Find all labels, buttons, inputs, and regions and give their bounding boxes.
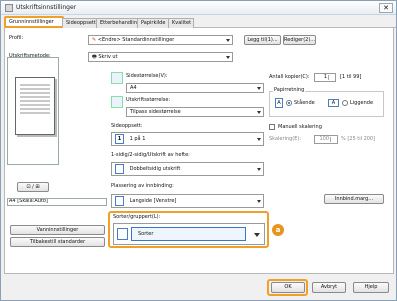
output-size-icon (111, 96, 123, 108)
callout-badge-a: a (272, 224, 284, 236)
binding-select[interactable]: Langside [Venstre] (111, 194, 264, 208)
help-button[interactable]: Hjelp (353, 282, 389, 293)
collate-value: Sorter (131, 227, 246, 241)
output-size-select[interactable]: Tilpass sidestørrelse (126, 107, 264, 117)
cancel-button[interactable]: Avbryt (312, 282, 346, 293)
add-profile-button[interactable]: Legg til(1)... (244, 35, 281, 45)
output-size-label: Utskriftsstørrelse: (126, 97, 171, 103)
watermark-settings-button[interactable]: Vanninnstillinger (10, 225, 105, 235)
window-title: Utskriftsinnstillinger (16, 4, 77, 11)
manual-scaling-label: Manuell skalering (278, 124, 322, 130)
tab-quality[interactable]: Kvalitet (168, 18, 194, 28)
scaling-field-label: Skalering(E): (269, 136, 302, 142)
preview-caption-box (7, 198, 107, 206)
pencil-icon: ✎ (92, 37, 97, 43)
portrait-icon: A (275, 98, 283, 108)
chevron-down-icon (254, 233, 260, 237)
scaling-stepper[interactable]: 100 (314, 135, 338, 144)
restore-defaults-button[interactable]: Tilbakestill standarder (10, 237, 105, 247)
copies-range: [1 til 99] (340, 74, 362, 80)
preview-view-toggle-button[interactable]: ⊡ / ⊞ (17, 182, 49, 192)
output-method-select[interactable]: 🖶 Skriv ut (88, 52, 233, 62)
profile-label: Profil: (9, 35, 24, 41)
chevron-down-icon (257, 111, 261, 114)
chevron-down-icon (226, 56, 230, 59)
duplex-select[interactable]: Dobbeltsidig utskrift (111, 162, 264, 176)
chevron-down-icon (226, 39, 230, 42)
collate-icon (117, 228, 128, 240)
layout-value: 1 på 1 (129, 136, 146, 142)
copies-stepper[interactable]: 1 (314, 73, 336, 82)
tab-finishing[interactable]: Etterbehandling (96, 18, 140, 28)
copies-label: Antall kopier(C): (269, 74, 310, 80)
duplex-label: 1-sidig/2-sidig/Utskrift av hefte: (111, 152, 190, 158)
chevron-down-icon (257, 168, 261, 171)
printer-app-icon (5, 4, 13, 12)
page-size-label: Sidestørrelse(V): (126, 73, 168, 79)
binding-label: Plassering av innbinding: (111, 183, 174, 189)
layout-select[interactable]: 1 1 på 1 (111, 132, 264, 146)
preview-page-image (15, 77, 55, 135)
close-button[interactable]: ✕ (379, 3, 393, 13)
print-settings-window: Utskriftsinnstillinger ✕ Grunninnstillin… (0, 0, 397, 301)
edit-profile-button[interactable]: Rediger(2)... (283, 35, 316, 45)
printer-icon: 🖶 (92, 54, 97, 60)
binding-margin-button[interactable]: Innbind.marg... (324, 194, 384, 204)
page-size-value: A4 (130, 85, 137, 91)
collate-label: Sorter/gruppert(L): (113, 214, 161, 220)
scaling-range: % [25 til 200] (341, 136, 376, 142)
collate-select[interactable]: Sorter (113, 223, 265, 245)
page-layout-icon: 1 (115, 134, 124, 144)
page-size-select[interactable]: A4 (126, 83, 264, 93)
landscape-radio[interactable] (342, 100, 348, 106)
chevron-down-icon (257, 87, 261, 90)
duplex-icon (115, 163, 124, 174)
tab-basic-settings[interactable]: Grunninnstillinger (4, 16, 64, 28)
binding-value: Langside [Venstre] (129, 198, 177, 204)
landscape-label: Liggende (350, 100, 374, 106)
layout-label: Sideoppsett: (111, 123, 143, 129)
landscape-icon: A (328, 99, 339, 107)
output-method-value: Skriv ut (98, 54, 118, 60)
profile-select[interactable]: ✎ <Endre> Standardinnstillinger (88, 35, 233, 45)
portrait-label: Stående (294, 100, 315, 106)
tab-paper-source[interactable]: Papirkilde (137, 18, 169, 28)
ok-button[interactable]: OK (271, 282, 305, 293)
portrait-radio[interactable] (286, 100, 292, 106)
orientation-label: Papirretning (273, 87, 306, 93)
duplex-value: Dobbeltsidig utskrift (129, 166, 181, 172)
profile-value: <Endre> Standardinnstillinger (97, 37, 175, 43)
binding-icon (115, 195, 124, 206)
chevron-down-icon (257, 138, 261, 141)
chevron-down-icon (257, 200, 261, 203)
manual-scaling-checkbox[interactable] (269, 124, 275, 130)
tab-strip: Grunninnstillinger Sideoppsett Etterbeha… (4, 16, 396, 28)
title-bar: Utskriftsinnstillinger ✕ (1, 1, 396, 15)
tab-page-setup[interactable]: Sideoppsett (62, 18, 97, 28)
page-size-icon (111, 72, 123, 84)
preview-text-lines (20, 84, 50, 116)
output-size-value: Tilpass sidestørrelse (130, 109, 181, 115)
